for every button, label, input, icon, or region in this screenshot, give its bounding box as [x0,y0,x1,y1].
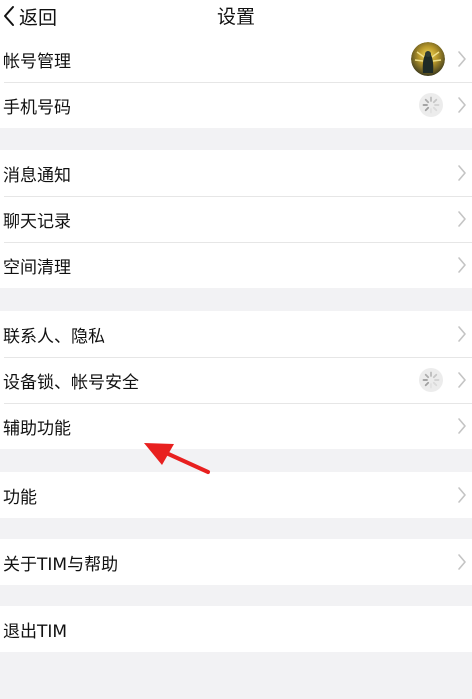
logout-row[interactable]: 退出TIM [0,606,472,652]
avatar [411,42,445,76]
chevron-right-icon [458,487,466,503]
chevron-right-icon [458,97,466,113]
device-lock-security-row[interactable]: 设备锁、帐号安全 [0,357,472,403]
chevron-right-icon [458,257,466,273]
accessibility-label: 辅助功能 [3,418,71,439]
chevron-right-icon [458,372,466,388]
chat-history-label: 聊天记录 [3,211,71,232]
chevron-right-icon [458,418,466,434]
settings-group-logout: 退出TIM [0,606,472,652]
settings-group-messages: 消息通知 聊天记录 空间清理 [0,150,472,288]
settings-group-about: 关于TIM与帮助 [0,539,472,585]
phone-number-label: 手机号码 [3,97,71,118]
settings-group-features: 功能 [0,472,472,518]
contacts-privacy-label: 联系人、隐私 [3,326,105,347]
phone-number-row[interactable]: 手机号码 [0,82,472,128]
page-title: 设置 [216,6,255,28]
chevron-right-icon [458,211,466,227]
features-row[interactable]: 功能 [0,472,472,518]
about-help-row[interactable]: 关于TIM与帮助 [0,539,472,585]
chevron-right-icon [458,51,466,67]
account-management-label: 帐号管理 [3,51,71,72]
chevron-right-icon [458,326,466,342]
storage-cleanup-row[interactable]: 空间清理 [0,242,472,288]
logout-label: 退出TIM [3,621,68,642]
notifications-row[interactable]: 消息通知 [0,150,472,196]
spinner-icon [419,93,443,117]
chat-history-row[interactable]: 聊天记录 [0,196,472,242]
account-management-row[interactable]: 帐号管理 [0,36,472,82]
about-help-label: 关于TIM与帮助 [3,554,119,575]
chevron-right-icon [458,554,466,570]
contacts-privacy-row[interactable]: 联系人、隐私 [0,311,472,357]
storage-cleanup-label: 空间清理 [3,257,71,278]
spinner-icon [419,368,443,392]
settings-group-privacy: 联系人、隐私 设备锁、帐号安全 辅助功能 [0,311,472,449]
chevron-right-icon [458,165,466,181]
settings-group-account: 帐号管理 手机号码 [0,36,472,128]
accessibility-row[interactable]: 辅助功能 [0,403,472,449]
nav-bar: 返回 设置 [0,0,472,36]
notifications-label: 消息通知 [3,165,71,186]
device-lock-security-label: 设备锁、帐号安全 [3,372,139,393]
features-label: 功能 [3,487,37,508]
